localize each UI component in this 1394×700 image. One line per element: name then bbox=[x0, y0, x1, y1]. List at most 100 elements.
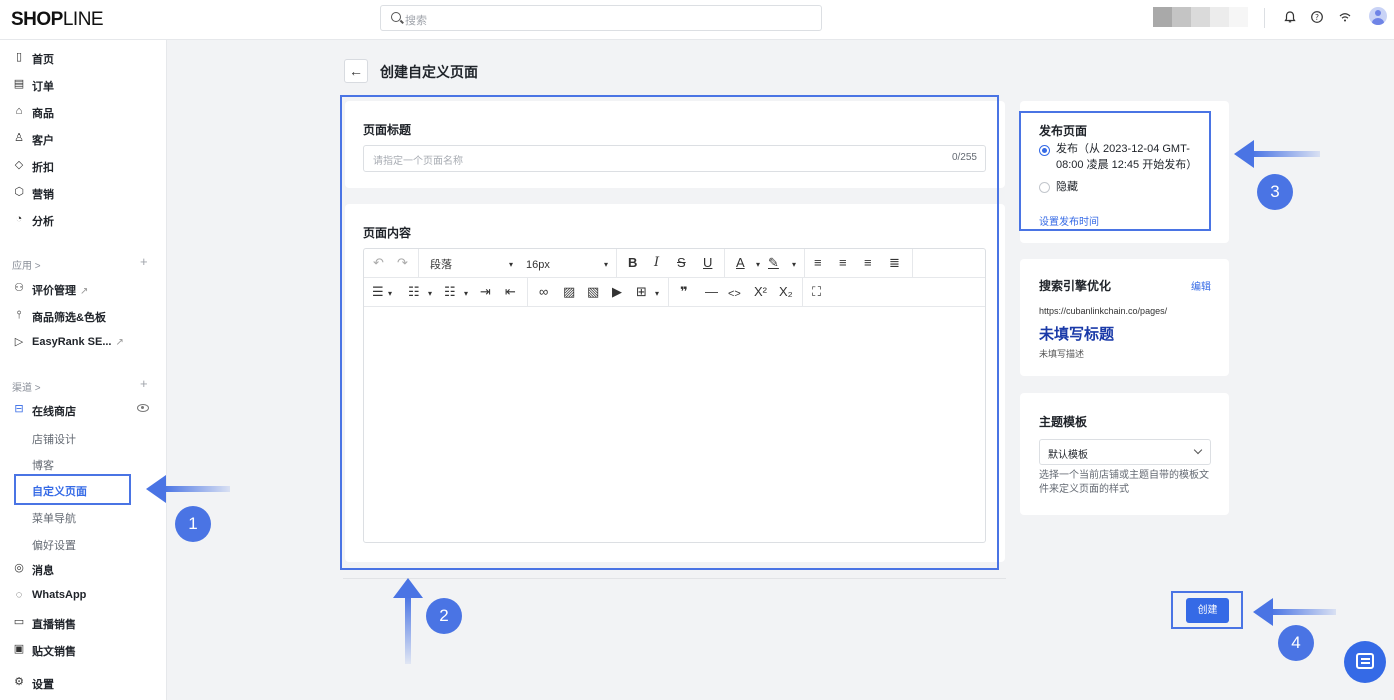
help-icon[interactable]: ? bbox=[1310, 10, 1324, 24]
redo-icon[interactable]: ↷ bbox=[397, 255, 408, 271]
add-app-icon[interactable]: + bbox=[140, 254, 148, 269]
bell-icon[interactable] bbox=[1283, 10, 1297, 24]
store-switcher-redacted[interactable] bbox=[1153, 7, 1248, 27]
chevron-down-icon[interactable]: ▾ bbox=[509, 257, 513, 273]
support-chat-button[interactable] bbox=[1344, 641, 1386, 683]
sidebar-item-label: 在线商店 bbox=[32, 406, 76, 418]
logo-main-text: SHOP bbox=[11, 9, 63, 30]
sidebar-app-easyrank[interactable]: ▷ EasyRank SE... ↗ bbox=[0, 330, 167, 356]
discount-icon: ◇ bbox=[14, 159, 24, 171]
outdent-icon[interactable]: ⇤ bbox=[505, 284, 516, 300]
align-center-icon[interactable]: ≡ bbox=[839, 255, 847, 271]
page-title: 创建自定义页面 bbox=[380, 64, 478, 80]
theme-template-select[interactable]: 默认模板 bbox=[1039, 439, 1211, 465]
sidebar-item-home[interactable]: ▯ 首页 bbox=[0, 45, 167, 71]
channels-section-heading[interactable]: 渠道 > bbox=[12, 379, 41, 394]
superscript-icon[interactable]: X² bbox=[754, 284, 767, 300]
add-channel-icon[interactable]: + bbox=[140, 376, 148, 391]
user-avatar[interactable] bbox=[1369, 7, 1387, 25]
sidebar-item-orders[interactable]: ▤ 订单 bbox=[0, 72, 167, 98]
marketing-icon: ⬡ bbox=[14, 186, 24, 198]
wifi-icon bbox=[1338, 10, 1352, 24]
global-search-input[interactable]: 搜索 bbox=[380, 5, 822, 31]
sidebar-item-post-sales[interactable]: ▣ 贴文销售 bbox=[0, 637, 167, 663]
sidebar-sub-menu-navigation[interactable]: 菜单导航 bbox=[32, 510, 76, 526]
image-icon[interactable]: ▨ bbox=[563, 284, 575, 300]
seo-edit-link[interactable]: 编辑 bbox=[1191, 278, 1211, 293]
chevron-down-icon[interactable]: ▾ bbox=[604, 257, 608, 273]
horizontal-rule-icon[interactable]: — bbox=[705, 284, 718, 300]
indent-icon[interactable]: ⇥ bbox=[480, 284, 491, 300]
gallery-icon[interactable]: ▧ bbox=[587, 284, 599, 300]
sidebar-item-live-sales[interactable]: ▭ 直播销售 bbox=[0, 610, 167, 636]
font-size-select[interactable]: 16px bbox=[526, 257, 550, 273]
paragraph-format-select[interactable]: 段落 bbox=[430, 257, 452, 273]
code-icon[interactable]: <> bbox=[728, 286, 741, 302]
line-height-icon[interactable]: ☰ bbox=[372, 284, 384, 300]
chevron-down-icon[interactable]: ▾ bbox=[388, 286, 392, 302]
sidebar-sub-store-design[interactable]: 店铺设计 bbox=[32, 431, 76, 447]
annotation-arrow-2 bbox=[393, 578, 423, 664]
sidebar-sub-custom-pages[interactable]: 自定义页面 bbox=[32, 483, 87, 499]
sidebar-item-discounts[interactable]: ◇ 折扣 bbox=[0, 153, 167, 179]
numbered-list-icon[interactable]: ☷ bbox=[444, 284, 456, 300]
sidebar-item-online-store[interactable]: ⊟ 在线商店 bbox=[0, 397, 167, 423]
sidebar-item-marketing[interactable]: ⬡ 营销 bbox=[0, 180, 167, 206]
quote-icon[interactable]: ❞ bbox=[680, 284, 688, 300]
align-justify-icon[interactable]: ≣ bbox=[889, 255, 900, 271]
arrow-left-icon: ← bbox=[349, 63, 363, 79]
hide-radio[interactable] bbox=[1039, 182, 1050, 193]
video-icon[interactable]: ▶ bbox=[612, 284, 622, 300]
text-color-icon[interactable]: A bbox=[736, 255, 745, 271]
underline-icon[interactable]: U bbox=[703, 255, 712, 271]
link-icon[interactable]: ∞ bbox=[539, 284, 548, 300]
sidebar-item-label: WhatsApp bbox=[32, 589, 87, 601]
publish-radio[interactable] bbox=[1039, 145, 1050, 156]
page-title-input[interactable]: 请指定一个页面名称 0/255 bbox=[363, 145, 986, 172]
italic-icon[interactable]: I bbox=[654, 255, 659, 271]
seo-title-preview: 未填写标题 bbox=[1039, 326, 1115, 343]
external-link-icon: ↗ bbox=[80, 286, 89, 297]
editor-body[interactable] bbox=[364, 307, 985, 542]
align-right-icon[interactable]: ≡ bbox=[864, 255, 872, 271]
sidebar-item-products[interactable]: ⌂ 商品 bbox=[0, 99, 167, 125]
chevron-down-icon[interactable]: ▾ bbox=[428, 286, 432, 302]
store-icon: ⊟ bbox=[14, 403, 24, 415]
toolbar-divider bbox=[616, 249, 617, 277]
apps-section-heading[interactable]: 应用 > bbox=[12, 257, 41, 272]
table-icon[interactable]: ⊞ bbox=[636, 284, 647, 300]
sidebar-item-analytics[interactable]: ◔ 分析 bbox=[0, 207, 167, 233]
align-left-icon[interactable]: ≡ bbox=[814, 255, 822, 271]
filter-icon: ⫯ bbox=[16, 309, 22, 321]
seo-card: 搜索引擎优化 编辑 https://cubanlinkchain.co/page… bbox=[1020, 259, 1229, 376]
sidebar-app-filters[interactable]: ⫯ 商品筛选&色板 bbox=[0, 303, 167, 329]
shopline-logo[interactable]: SHOPLINE bbox=[11, 9, 104, 31]
back-button[interactable]: ← bbox=[344, 59, 368, 83]
sidebar-item-messages[interactable]: ◎ 消息 bbox=[0, 556, 167, 582]
undo-icon[interactable]: ↶ bbox=[373, 255, 384, 271]
sidebar-item-customers[interactable]: ♙ 客户 bbox=[0, 126, 167, 152]
sidebar-app-reviews[interactable]: ⚇ 评价管理 ↗ bbox=[0, 276, 167, 302]
bullet-list-icon[interactable]: ☷ bbox=[408, 284, 420, 300]
sidebar-item-whatsapp[interactable]: ◌ WhatsApp bbox=[0, 583, 167, 609]
sidebar-sub-blog[interactable]: 博客 bbox=[32, 457, 54, 473]
preview-eye-icon[interactable] bbox=[137, 404, 149, 412]
chevron-down-icon[interactable]: ▾ bbox=[464, 286, 468, 302]
sidebar-item-settings[interactable]: ⚙ 设置 bbox=[0, 670, 167, 696]
fullscreen-icon[interactable]: ⛶ bbox=[812, 284, 821, 300]
chevron-down-icon[interactable]: ▾ bbox=[756, 257, 760, 273]
create-button[interactable]: 创建 bbox=[1186, 598, 1229, 623]
step-badge-2: 2 bbox=[426, 598, 462, 634]
set-publish-time-link[interactable]: 设置发布时间 bbox=[1039, 213, 1099, 228]
page-title-placeholder: 请指定一个页面名称 bbox=[373, 156, 463, 167]
sidebar-item-label: 客户 bbox=[32, 135, 54, 147]
chevron-down-icon[interactable]: ▾ bbox=[792, 257, 796, 273]
toolbar-divider bbox=[668, 278, 669, 306]
strikethrough-icon[interactable]: S bbox=[677, 255, 686, 271]
subscript-icon[interactable]: X₂ bbox=[779, 284, 793, 300]
sidebar-sub-preferences[interactable]: 偏好设置 bbox=[32, 537, 76, 553]
bold-icon[interactable]: B bbox=[628, 255, 637, 271]
highlight-color-icon[interactable]: ✎ bbox=[768, 255, 779, 271]
arrow-left-icon bbox=[1234, 140, 1254, 168]
chevron-down-icon[interactable]: ▾ bbox=[655, 286, 659, 302]
